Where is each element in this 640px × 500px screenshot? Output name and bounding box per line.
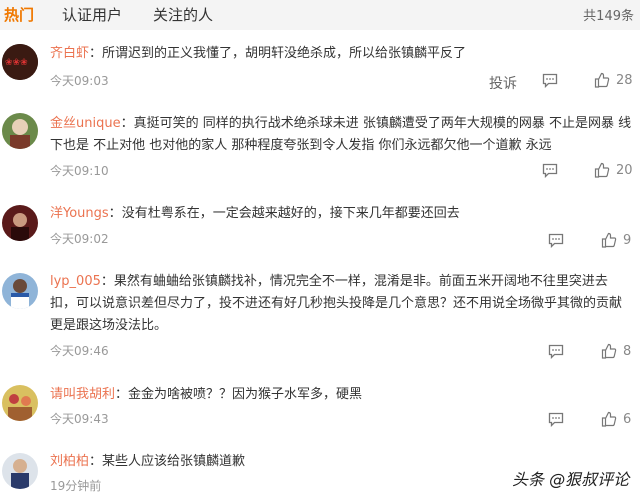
thumbs-up-icon xyxy=(601,411,617,427)
comment-text: 请叫我胡利：金金为啥被喷？？因为猴子水军多，硬黑 xyxy=(50,387,363,402)
avatar[interactable] xyxy=(2,385,38,421)
comment-body: 真挺可笑的 同样的执行战术绝杀球未进 张镇麟遭受了两年大规模的网暴 不止是网暴 … xyxy=(50,116,632,153)
comment-username[interactable]: lyp_005 xyxy=(50,274,101,289)
tab-verified-users[interactable]: 认证用户 xyxy=(62,4,122,25)
thumbs-up-icon xyxy=(594,72,610,88)
reply-button[interactable] xyxy=(548,343,564,359)
thumbs-up-icon xyxy=(601,343,617,359)
comment-icon xyxy=(548,344,564,359)
comment-time: 今天09:46 xyxy=(50,344,109,358)
comment-time: 今天09:43 xyxy=(50,412,109,426)
comment-time: 今天09:02 xyxy=(50,232,109,246)
tab-following[interactable]: 关注的人 xyxy=(153,4,213,25)
thumbs-up-icon xyxy=(601,232,617,248)
comment-icon xyxy=(548,233,564,248)
comment-text: 洋Youngs：没有杜粤系在，一定会越来越好的，接下来几年都要还回去 xyxy=(50,206,460,221)
comment-icon xyxy=(548,412,564,427)
reply-button[interactable] xyxy=(542,162,558,178)
report-button[interactable]: 投诉 xyxy=(489,73,517,93)
watermark: 头条 @狠叔评论 xyxy=(512,466,629,490)
comment-username[interactable]: 金丝unique xyxy=(50,116,121,131)
avatar[interactable] xyxy=(2,453,38,489)
comment-time: 19分钟前 xyxy=(50,479,102,493)
comment-time: 今天09:03 xyxy=(50,74,109,88)
reply-button[interactable] xyxy=(548,411,564,427)
comment-body: 所谓迟到的正义我懂了，胡明轩没绝杀成，所以给张镇麟平反了 xyxy=(102,46,467,61)
like-count: 9 xyxy=(623,232,632,248)
like-button[interactable]: 6 xyxy=(601,411,631,427)
comment-body: 金金为啥被喷？？因为猴子水军多，硬黑 xyxy=(128,387,363,402)
comment-body: 某些人应该给张镇麟道歉 xyxy=(102,454,246,469)
avatar[interactable] xyxy=(2,113,38,149)
like-button[interactable]: 28 xyxy=(594,72,633,88)
like-button[interactable]: 20 xyxy=(594,162,633,178)
comment-body: 没有杜粤系在，一定会越来越好的，接下来几年都要还回去 xyxy=(121,206,460,221)
like-button[interactable]: 8 xyxy=(601,343,631,359)
reply-button[interactable] xyxy=(542,72,558,88)
avatar[interactable] xyxy=(2,205,38,241)
comment-time: 今天09:10 xyxy=(50,164,109,178)
tab-hot[interactable]: 热门 xyxy=(4,4,34,25)
total-count: 共149条 xyxy=(583,9,634,24)
comment-username[interactable]: 请叫我胡利 xyxy=(50,387,115,402)
comment-body: 果然有蛐蛐给张镇麟找补，情况完全不一样，混淆是非。前面五米开阔地不往里突进去扣，… xyxy=(50,274,623,333)
watermark-text: 头条 @狠叔评论 xyxy=(512,470,630,489)
comment-text: lyp_005：果然有蛐蛐给张镇麟找补，情况完全不一样，混淆是非。前面五米开阔地… xyxy=(50,274,623,333)
comment-text: 金丝unique：真挺可笑的 同样的执行战术绝杀球未进 张镇麟遭受了两年大规模的… xyxy=(50,116,632,153)
like-count: 6 xyxy=(623,411,632,427)
svg-text:❀❀❀: ❀❀❀ xyxy=(5,58,28,68)
thumbs-up-icon xyxy=(594,162,610,178)
comment-text: 齐白虾：所谓迟到的正义我懂了，胡明轩没绝杀成，所以给张镇麟平反了 xyxy=(50,46,467,61)
comment-tabs: 热门 认证用户 关注的人 共149条 xyxy=(0,0,640,30)
reply-button[interactable] xyxy=(548,232,564,248)
avatar[interactable] xyxy=(2,273,38,309)
comment-icon xyxy=(542,163,558,178)
comment-username[interactable]: 刘柏柏 xyxy=(50,454,89,469)
like-count: 20 xyxy=(616,162,633,178)
comment-username[interactable]: 齐白虾 xyxy=(50,46,89,61)
comment-username[interactable]: 洋Youngs xyxy=(50,206,109,221)
like-count: 28 xyxy=(616,72,633,88)
avatar[interactable]: ❀❀❀ xyxy=(2,44,38,80)
like-button[interactable]: 9 xyxy=(601,232,631,248)
like-count: 8 xyxy=(623,343,632,359)
comment-icon xyxy=(542,73,558,88)
